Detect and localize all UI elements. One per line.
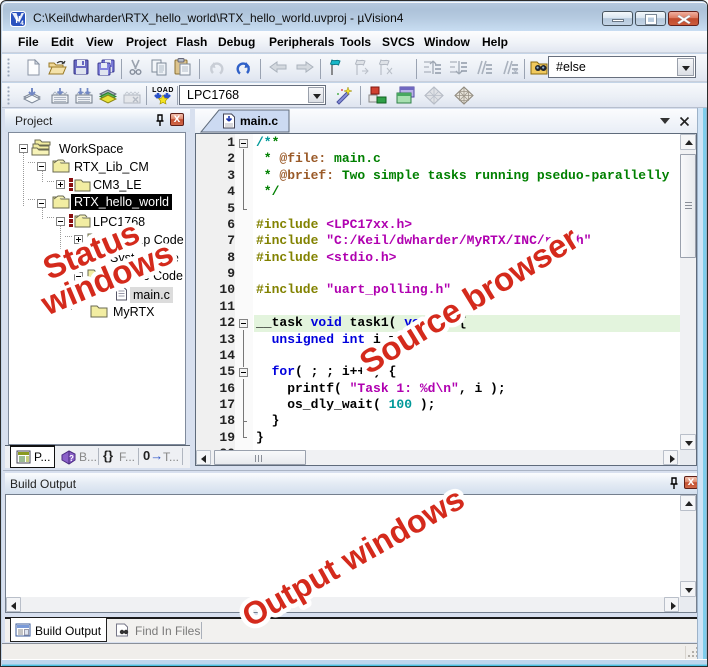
svg-text:LOAD: LOAD <box>152 87 174 94</box>
svg-text:?: ? <box>69 454 74 463</box>
